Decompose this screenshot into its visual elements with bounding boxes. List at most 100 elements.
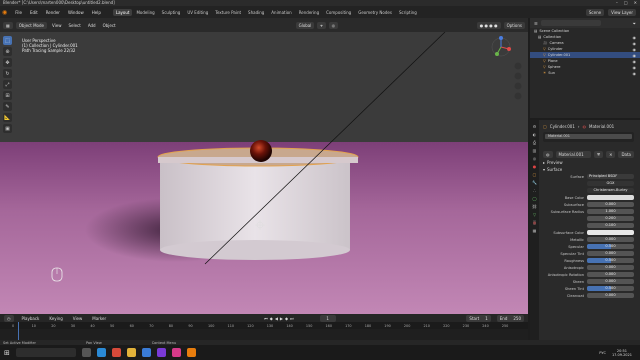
- 3d-viewport[interactable]: [0, 32, 528, 314]
- timeline-view-menu[interactable]: View: [71, 316, 85, 321]
- value-slider[interactable]: 0.000: [587, 251, 634, 256]
- language-indicator[interactable]: РУС: [599, 351, 606, 355]
- data-link-dropdown[interactable]: Data: [618, 151, 634, 158]
- scale-icon[interactable]: ⤢: [3, 80, 12, 89]
- browse-material-icon[interactable]: ◍: [543, 151, 553, 158]
- chrome-icon[interactable]: [111, 348, 121, 357]
- value-slider[interactable]: 0.000: [587, 265, 634, 270]
- task-view-icon[interactable]: [81, 348, 91, 357]
- color-swatch[interactable]: [587, 195, 634, 200]
- explorer-icon[interactable]: [126, 348, 136, 357]
- menu-render[interactable]: Render: [44, 10, 62, 15]
- value-slider[interactable]: 1.000: [587, 209, 634, 214]
- value-slider[interactable]: 0.000: [587, 272, 634, 277]
- object-tab-icon[interactable]: ▢: [533, 172, 537, 177]
- tab-uv-editing[interactable]: UV Editing: [184, 9, 211, 16]
- jump-start-icon[interactable]: ⏮: [264, 316, 268, 321]
- particles-tab-icon[interactable]: ∴: [533, 188, 536, 193]
- output-tab-icon[interactable]: ⎙: [533, 140, 536, 145]
- viewport-shading-buttons[interactable]: ● ● ● ●: [476, 21, 501, 29]
- play-reverse-icon[interactable]: ◀: [275, 316, 278, 321]
- tab-sculpting[interactable]: Sculpting: [159, 9, 184, 16]
- tab-texture-paint[interactable]: Texture Paint: [212, 9, 244, 16]
- visibility-eye-icon[interactable]: ◉: [633, 59, 637, 64]
- tab-layout[interactable]: Layout: [112, 8, 133, 16]
- timeline-ruler[interactable]: 0 10 20 30 40 50 60 70 80 90 100 110 120 130 140 150 160…: [0, 322, 528, 329]
- end-frame-field[interactable]: End 250: [496, 314, 524, 322]
- app-icon-3[interactable]: [171, 348, 181, 357]
- blender-logo-icon[interactable]: ◉: [2, 9, 7, 16]
- constraints-tab-icon[interactable]: ⛓: [532, 204, 537, 209]
- visibility-eye-icon[interactable]: ◉: [633, 35, 637, 40]
- select-menu[interactable]: Select: [66, 23, 82, 28]
- data-tab-icon[interactable]: ▽: [533, 212, 536, 217]
- move-icon[interactable]: ✥: [3, 58, 12, 67]
- proportional-edit-icon[interactable]: ◎: [328, 21, 339, 29]
- modifier-tab-icon[interactable]: 🔧: [532, 180, 537, 185]
- world-tab-icon[interactable]: ●: [533, 164, 537, 169]
- material-tab-icon[interactable]: ◍: [532, 220, 537, 225]
- keying-menu[interactable]: Keying: [47, 316, 64, 321]
- app-icon-1[interactable]: [141, 348, 151, 357]
- start-frame-field[interactable]: Start 1: [466, 314, 491, 322]
- prev-keyframe-icon[interactable]: ◆: [270, 316, 273, 321]
- visibility-eye-icon[interactable]: ◉: [633, 41, 637, 46]
- menu-window[interactable]: Window: [66, 10, 86, 15]
- playback-menu[interactable]: Playback: [20, 316, 42, 321]
- jump-end-icon[interactable]: ⏭: [290, 316, 294, 321]
- material-slot[interactable]: Material.001: [545, 134, 632, 139]
- taskbar-search-input[interactable]: [15, 348, 76, 357]
- tab-geometry-nodes[interactable]: Geometry Nodes: [355, 9, 395, 16]
- visibility-eye-icon[interactable]: ◉: [633, 53, 637, 58]
- playhead[interactable]: [18, 322, 19, 340]
- distribution-dropdown[interactable]: GGX: [587, 181, 634, 186]
- windows-start-icon[interactable]: ⊞: [4, 349, 10, 357]
- filter-icon[interactable]: ⏷: [633, 21, 636, 26]
- render-tab-icon[interactable]: ◐: [533, 132, 537, 137]
- edge-icon[interactable]: [96, 348, 106, 357]
- cursor-icon[interactable]: ⊕: [3, 47, 12, 56]
- tool-tab-icon[interactable]: ⚙: [533, 124, 537, 129]
- value-slider[interactable]: 0.500: [587, 286, 634, 291]
- tab-compositing[interactable]: Compositing: [323, 9, 354, 16]
- view-layer-tab-icon[interactable]: ▥: [533, 148, 537, 153]
- surface-panel[interactable]: ▾ Surface: [539, 166, 640, 173]
- surface-shader-field[interactable]: Principled BSDF: [587, 174, 634, 179]
- timeline-editor-icon[interactable]: ◷: [4, 314, 14, 322]
- visibility-eye-icon[interactable]: ◉: [633, 71, 637, 76]
- rotate-icon[interactable]: ↻: [3, 69, 12, 78]
- navigation-gizmo[interactable]: [489, 36, 523, 107]
- menu-file[interactable]: File: [13, 10, 24, 15]
- view-menu[interactable]: View: [50, 23, 64, 28]
- visibility-eye-icon[interactable]: ◉: [633, 65, 637, 70]
- value-slider[interactable]: 0.100: [587, 223, 634, 228]
- outliner-item[interactable]: ☀ Sun ◉: [530, 70, 640, 76]
- current-frame-field[interactable]: 1: [319, 314, 336, 322]
- value-slider[interactable]: 0.000: [587, 293, 634, 298]
- tab-rendering[interactable]: Rendering: [296, 9, 322, 16]
- snap-icon[interactable]: ⌖: [317, 21, 326, 29]
- material-name-field[interactable]: Material.001: [555, 151, 592, 158]
- transform-icon[interactable]: ⊞: [3, 91, 12, 100]
- texture-tab-icon[interactable]: ▦: [533, 228, 537, 233]
- options-dropdown[interactable]: Options: [503, 21, 525, 29]
- outliner-editor-icon[interactable]: ☰: [534, 21, 538, 26]
- physics-tab-icon[interactable]: ◯: [532, 196, 536, 201]
- blender-taskbar-icon[interactable]: [186, 348, 196, 357]
- scene-tab-icon[interactable]: ◎: [533, 156, 537, 161]
- tab-shading[interactable]: Shading: [245, 9, 267, 16]
- add-menu[interactable]: Add: [86, 23, 98, 28]
- subsurface-method-dropdown[interactable]: Christensen-Burley: [587, 188, 634, 193]
- editor-type-button[interactable]: ▦: [3, 21, 13, 29]
- app-icon-2[interactable]: [156, 348, 166, 357]
- value-slider[interactable]: 0.000: [587, 237, 634, 242]
- preview-panel[interactable]: ▸ Preview: [539, 159, 640, 166]
- scene-selector[interactable]: Scene: [585, 8, 605, 16]
- next-keyframe-icon[interactable]: ◆: [285, 316, 288, 321]
- taskbar-clock[interactable]: 20:51 17.09.2021: [612, 349, 632, 357]
- value-slider[interactable]: 0.000: [587, 202, 634, 207]
- tab-modeling[interactable]: Modeling: [133, 9, 157, 16]
- value-slider[interactable]: 0.500: [587, 258, 634, 263]
- transform-orientation-dropdown[interactable]: Global: [295, 21, 315, 29]
- color-swatch[interactable]: [587, 230, 634, 235]
